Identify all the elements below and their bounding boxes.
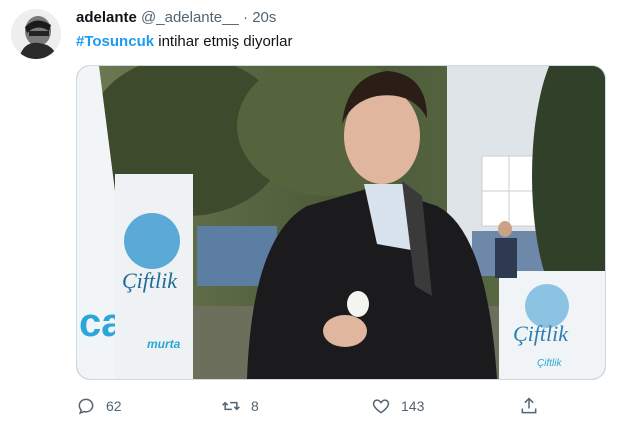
user-handle[interactable]: @_adelante__	[141, 9, 239, 26]
share-icon	[521, 397, 537, 414]
avatar[interactable]	[11, 9, 61, 59]
avatar-image	[11, 9, 61, 59]
banner-left-sub: murta	[147, 337, 181, 351]
retweet-count: 8	[251, 398, 259, 414]
retweet-button[interactable]: 8	[221, 394, 259, 418]
like-count: 143	[401, 398, 425, 414]
banner-right-sub: Çiftlik	[537, 358, 562, 369]
tweet-body: intihar etmiş diyorlar	[154, 33, 293, 50]
tweet-photo[interactable]: ca Çiftlik murta Çiftlik Çiftlik	[76, 65, 606, 380]
tweet-header: adelante @_adelante__ · 20s	[76, 9, 276, 26]
reply-button[interactable]: 62	[76, 394, 122, 418]
photo-man-holding-egg: ca Çiftlik murta Çiftlik Çiftlik	[77, 66, 605, 379]
tweet-text: #Tosuncuk intihar etmiş diyorlar	[76, 33, 292, 50]
timestamp[interactable]: 20s	[252, 9, 276, 26]
retweet-icon	[222, 401, 240, 411]
like-icon	[372, 399, 390, 414]
tweet-actions: 62 8 143	[76, 394, 604, 418]
banner-brand: Çiftlik	[122, 268, 178, 293]
hashtag-link[interactable]: #Tosuncuk	[76, 33, 154, 50]
reply-icon	[78, 398, 94, 415]
reply-count: 62	[106, 398, 122, 414]
share-button[interactable]	[519, 394, 539, 418]
banner-right-brand: Çiftlik	[513, 321, 569, 346]
display-name[interactable]: adelante	[76, 9, 137, 26]
like-button[interactable]: 143	[371, 394, 424, 418]
separator-dot: ·	[243, 9, 249, 26]
